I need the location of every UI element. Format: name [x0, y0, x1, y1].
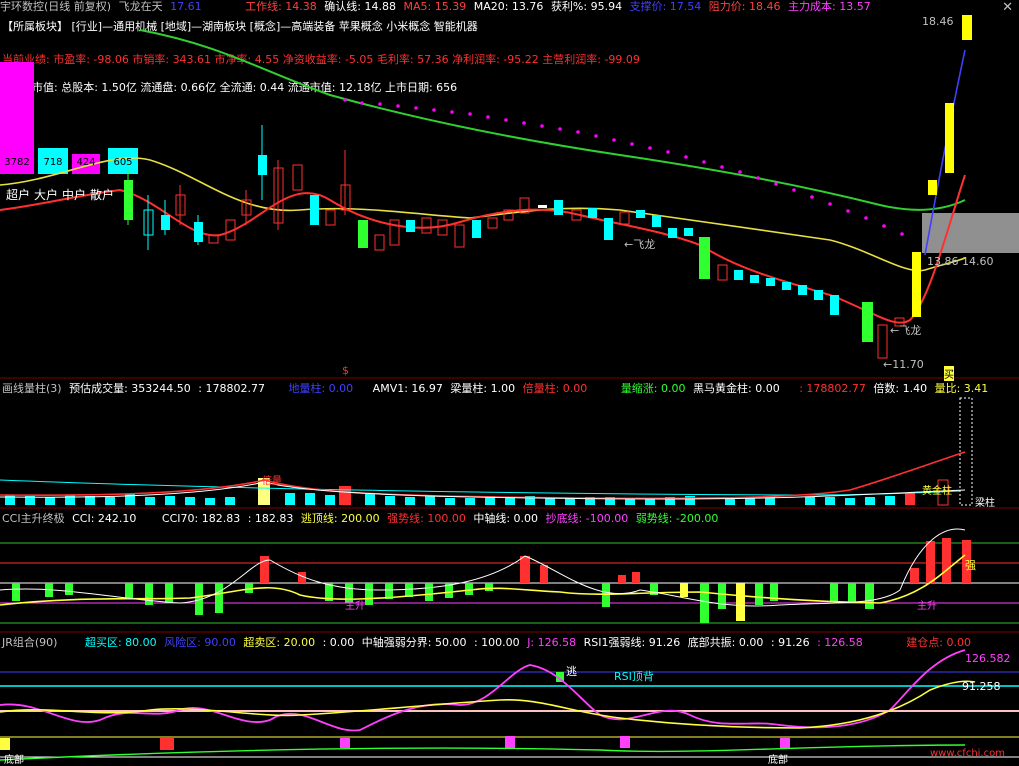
- jr-right-mid-label: 91.258: [962, 680, 1001, 693]
- jr-rsi-mark: RSI顶背: [614, 670, 654, 683]
- jr-escape-mark: 逃: [566, 665, 577, 678]
- jr-chart: [0, 649, 1019, 761]
- jr-right-top-label: 126.582: [965, 652, 1011, 665]
- watermark: www.cfchi.com: [930, 748, 1005, 759]
